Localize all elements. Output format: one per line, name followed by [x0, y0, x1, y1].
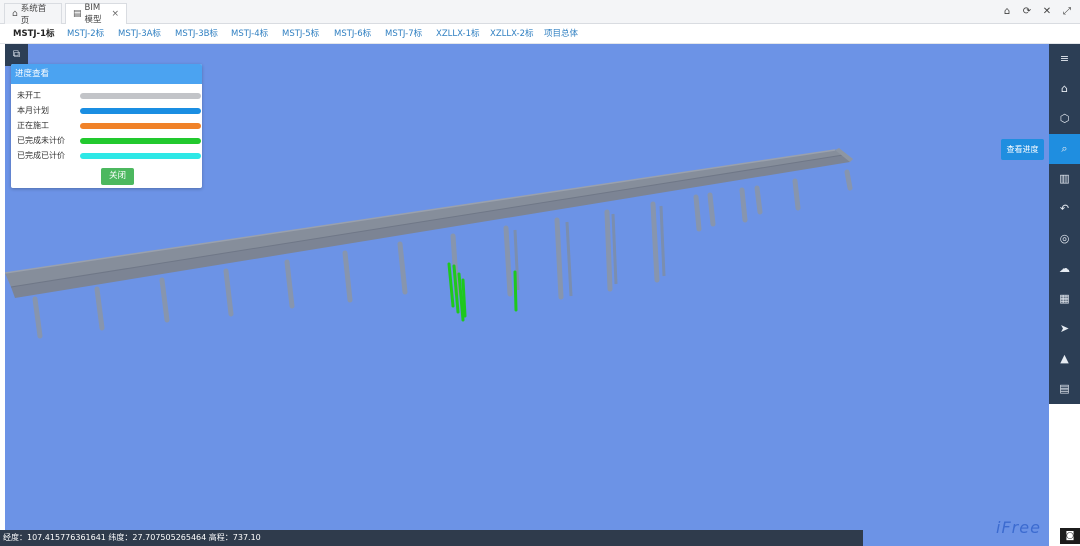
tab-system-home[interactable]: ⌂ 系统首页	[4, 3, 62, 26]
close-button[interactable]: 关闭	[101, 168, 134, 185]
tab-mstj-1[interactable]: MSTJ-1标	[13, 27, 54, 39]
legend-label: 正在施工	[17, 121, 49, 130]
home-icon[interactable]: ⌂	[1049, 74, 1080, 104]
progress-panel: 进度查看 未开工 本月计划 正在施工 已完成未计价 已完成已计价 关闭	[11, 64, 202, 188]
home-icon[interactable]: ⌂	[999, 4, 1015, 20]
legend-label: 未开工	[17, 91, 41, 100]
undo-icon[interactable]: ↶	[1049, 194, 1080, 224]
tab-label: BIM模型	[84, 3, 102, 25]
refresh-icon[interactable]: ⟳	[1019, 4, 1035, 20]
bar-chart-icon[interactable]: ▥	[1049, 164, 1080, 194]
pier-shadows	[513, 205, 666, 297]
save-icon[interactable]: ▤	[1049, 374, 1080, 404]
vr-glasses-icon[interactable]: ◙	[1060, 528, 1080, 544]
tab-label: 系统首页	[20, 4, 47, 26]
tab-project-overall[interactable]: 项目总体	[544, 27, 578, 39]
cloud-icon[interactable]: ☁	[1049, 254, 1080, 284]
tab-close-icon[interactable]: ×	[111, 9, 119, 19]
legend-monthly-plan: 本月计划	[17, 105, 202, 117]
legend-swatch	[80, 93, 201, 99]
legend-swatch	[80, 108, 201, 114]
eye-off-icon[interactable]: ◎	[1049, 224, 1080, 254]
tab-mstj-3b[interactable]: MSTJ-3B标	[175, 27, 218, 39]
legend-in-progress: 正在施工	[17, 120, 202, 132]
progress-tooltip: 查看进度	[1001, 139, 1044, 160]
tab-bim-model[interactable]: ▤ BIM模型 ×	[65, 3, 127, 25]
legend-swatch	[80, 138, 201, 144]
legend-swatch	[80, 153, 201, 159]
legend-not-started: 未开工	[17, 90, 202, 102]
tab-xzllx-2[interactable]: XZLLX-2标	[490, 27, 534, 39]
legend-label: 已完成已计价	[17, 151, 65, 160]
tab-mstj-2[interactable]: MSTJ-2标	[67, 27, 104, 39]
tab-xzllx-1[interactable]: XZLLX-1标	[436, 27, 480, 39]
tab-mstj-7[interactable]: MSTJ-7标	[385, 27, 422, 39]
layer-toggle-icon[interactable]: ⧉	[5, 44, 28, 66]
legend-done-priced: 已完成已计价	[17, 150, 202, 162]
fullscreen-icon[interactable]: ⤢	[1059, 4, 1075, 20]
menu-icon[interactable]: ≡	[1049, 44, 1080, 74]
tab-mstj-5[interactable]: MSTJ-5标	[282, 27, 319, 39]
panel-title: 进度查看	[11, 64, 202, 84]
legend-label: 本月计划	[17, 106, 49, 115]
close-icon[interactable]: ✕	[1039, 4, 1055, 20]
tab-mstj-3a[interactable]: MSTJ-3A标	[118, 27, 161, 39]
home-icon: ⌂	[12, 9, 18, 19]
tab-mstj-4[interactable]: MSTJ-4标	[231, 27, 268, 39]
legend-label: 已完成未计价	[17, 136, 65, 145]
legend-swatch	[80, 123, 201, 129]
right-toolbar: ≡ ⌂ ⬡ ⌕ ▥ ↶ ◎ ☁ ▦ ➤ ▲ ▤	[1049, 44, 1080, 404]
brand-logo: iFree	[996, 518, 1041, 537]
cube-icon[interactable]: ⬡	[1049, 104, 1080, 134]
map-icon[interactable]: ▦	[1049, 284, 1080, 314]
document-icon: ▤	[73, 9, 82, 19]
top-tab-bar: ⌂ 系统首页 ▤ BIM模型 × ⌂ ⟳ ✕ ⤢	[0, 0, 1080, 26]
warning-icon[interactable]: ▲	[1049, 344, 1080, 374]
search-icon[interactable]: ⌕	[1049, 134, 1080, 164]
legend-done-unpriced: 已完成未计价	[17, 135, 202, 147]
navigation-icon[interactable]: ➤	[1049, 314, 1080, 344]
section-tab-bar: MSTJ-1标 MSTJ-2标 MSTJ-3A标 MSTJ-3B标 MSTJ-4…	[0, 24, 1080, 44]
coordinate-status-bar: 经度：107.415776361641 纬度：27.707505265464 高…	[0, 530, 863, 546]
tab-mstj-6[interactable]: MSTJ-6标	[334, 27, 371, 39]
